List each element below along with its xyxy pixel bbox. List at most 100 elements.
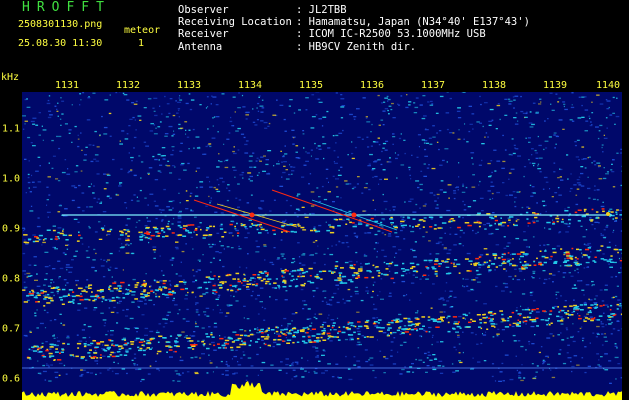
noise-speck (232, 166, 236, 168)
noise-speck (445, 112, 450, 114)
noise-speck (245, 228, 249, 230)
noise-speck (588, 115, 590, 117)
noise-speck (437, 365, 442, 367)
meteor-head (249, 212, 255, 218)
noise-speck (567, 206, 570, 209)
band-speck (75, 294, 80, 297)
noise-speck (240, 357, 243, 359)
band-speck (229, 284, 232, 287)
noise-speck (598, 365, 602, 367)
band-speck (57, 288, 61, 291)
band-speck (567, 310, 570, 312)
noise-speck (116, 289, 121, 291)
noise-speck (184, 298, 188, 300)
noise-speck (49, 114, 53, 116)
noise-speck (574, 144, 577, 147)
noise-speck (107, 268, 109, 270)
noise-speck (449, 306, 453, 308)
band-speck (394, 264, 399, 267)
band-speck (565, 313, 570, 315)
band-speck (334, 267, 337, 270)
band-speck (532, 320, 537, 323)
noise-speck (43, 309, 46, 311)
band-speck (158, 286, 161, 288)
noise-speck (54, 319, 57, 321)
noise-speck (616, 347, 618, 349)
noise-speck (242, 177, 244, 179)
band-speck (607, 315, 611, 317)
noise-speck (504, 98, 508, 100)
noise-speck (497, 103, 500, 105)
noise-speck (583, 319, 585, 321)
noise-speck (484, 136, 486, 138)
noise-speck (94, 349, 97, 352)
noise-speck (284, 299, 288, 301)
band-speck (123, 229, 126, 231)
noise-speck (199, 104, 202, 106)
band-speck (492, 253, 497, 255)
noise-speck (340, 106, 345, 108)
band-speck (559, 320, 564, 322)
noise-speck (190, 236, 193, 238)
datetime-label: 25.08.30 11:30 (18, 38, 103, 49)
noise-speck (53, 334, 55, 336)
noise-speck (424, 148, 427, 151)
noise-speck (357, 176, 360, 178)
noise-speck (428, 164, 431, 166)
band-speck (488, 312, 493, 314)
band-speck (91, 291, 93, 293)
noise-speck (283, 118, 286, 121)
noise-speck (190, 209, 192, 211)
band-speck (492, 254, 498, 256)
noise-speck (168, 200, 173, 203)
band-speck (212, 289, 217, 291)
band-speck (462, 317, 465, 319)
noise-speck (208, 354, 210, 356)
band-speck (174, 340, 178, 342)
band-speck (459, 327, 462, 329)
noise-speck (383, 101, 386, 103)
noise-speck (512, 152, 516, 155)
noise-speck (493, 149, 497, 151)
band-speck (76, 342, 82, 345)
noise-speck (570, 106, 575, 109)
band-speck (270, 329, 275, 331)
noise-speck (603, 137, 608, 139)
band-speck (525, 211, 529, 214)
band-speck (106, 347, 111, 349)
noise-speck (73, 355, 75, 358)
band-speck (610, 304, 613, 307)
noise-speck (545, 181, 549, 183)
noise-speck (532, 272, 536, 274)
noise-speck (196, 167, 201, 169)
noise-speck (499, 118, 501, 121)
noise-speck (93, 307, 98, 309)
noise-speck (301, 254, 306, 256)
meteor-head (606, 212, 610, 216)
band-speck (574, 211, 578, 214)
band-speck (528, 309, 531, 311)
noise-speck (453, 192, 457, 194)
noise-speck (75, 165, 79, 167)
noise-speck (216, 179, 219, 181)
band-speck (265, 282, 268, 285)
band-speck (291, 275, 294, 277)
noise-speck (534, 334, 536, 336)
noise-speck (501, 167, 505, 169)
band-speck (224, 281, 227, 283)
band-speck (525, 264, 529, 266)
noise-speck (555, 93, 558, 95)
noise-speck (617, 363, 621, 365)
noise-speck (426, 357, 429, 359)
band-speck (543, 261, 547, 264)
noise-speck (261, 306, 264, 308)
noise-speck (351, 141, 353, 143)
noise-speck (529, 294, 533, 296)
noise-speck (211, 341, 215, 344)
noise-speck (296, 216, 299, 218)
noise-speck (166, 206, 170, 208)
noise-speck (575, 194, 578, 196)
band-speck (400, 274, 405, 277)
noise-speck (356, 236, 358, 239)
noise-speck (563, 253, 566, 256)
